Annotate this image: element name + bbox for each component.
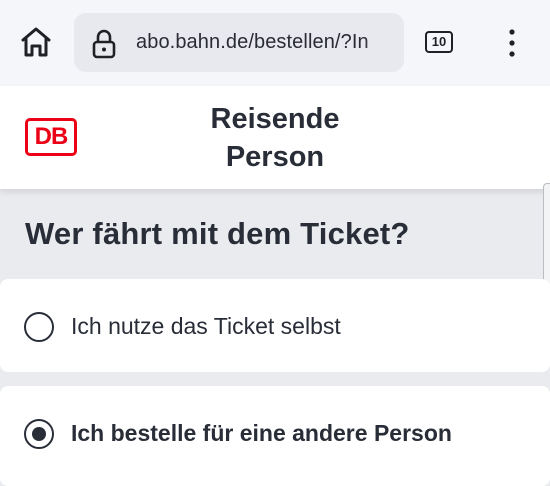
radio-selected-dot [32, 427, 46, 441]
url-fade [364, 13, 404, 72]
option-label[interactable]: Ich bestelle für eine andere Person [71, 420, 452, 447]
option-label[interactable]: Ich nutze das Ticket selbst [71, 313, 341, 340]
db-logo[interactable]: DB [25, 118, 77, 156]
option-other-person[interactable]: Ich bestelle für eine andere Person [0, 386, 550, 486]
page-title: Reisende Person [160, 100, 390, 176]
app-header: DB Reisende Person [0, 86, 550, 189]
address-bar[interactable]: abo.bahn.de/bestellen/?In [74, 13, 404, 72]
radio-button-unselected[interactable] [24, 312, 54, 342]
browser-toolbar: abo.bahn.de/bestellen/?In 10 [0, 0, 550, 86]
question-heading: Wer fährt mit dem Ticket? [25, 216, 410, 251]
home-icon[interactable] [18, 24, 54, 60]
page-title-line-2: Person [225, 141, 325, 173]
more-vert-icon[interactable] [500, 26, 524, 60]
lock-icon[interactable] [92, 29, 116, 59]
page-title-line-1: Reisende [210, 103, 340, 135]
radio-button-selected[interactable] [24, 419, 54, 449]
url-text: abo.bahn.de/bestellen/?In [136, 31, 369, 53]
tab-switcher-button[interactable]: 10 [425, 31, 453, 53]
option-self[interactable]: Ich nutze das Ticket selbst [0, 279, 550, 372]
